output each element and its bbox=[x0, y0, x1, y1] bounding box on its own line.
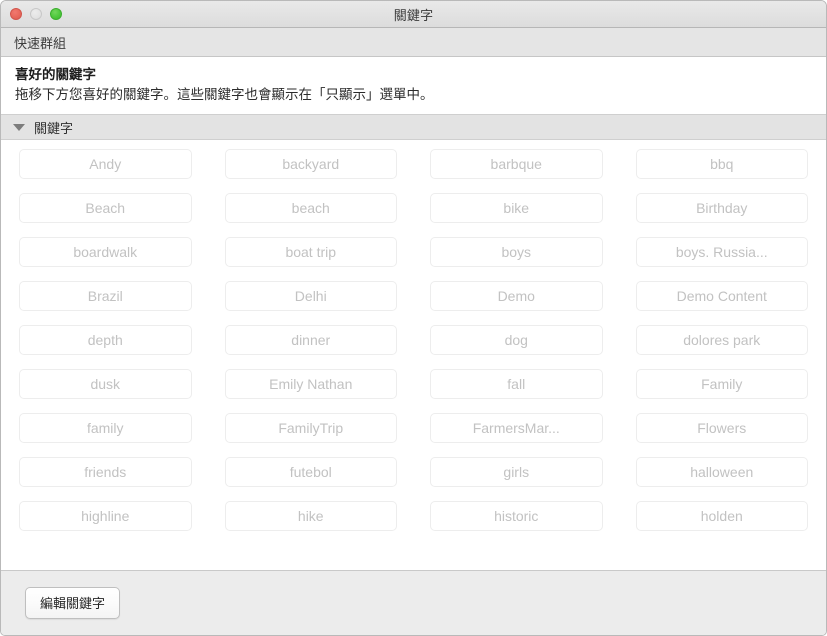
keyword-chip[interactable]: FarmersMar... bbox=[430, 413, 603, 443]
keyword-chip[interactable]: backyard bbox=[224, 149, 397, 179]
keyword-chip[interactable]: Family bbox=[635, 369, 808, 399]
keyword-chip[interactable]: boat trip bbox=[224, 237, 397, 267]
keyword-chip[interactable]: family bbox=[19, 413, 192, 443]
keyword-chip[interactable]: bike bbox=[430, 193, 603, 223]
keywords-window: 關鍵字 快速群組 喜好的關鍵字 拖移下方您喜好的關鍵字。這些關鍵字也會顯示在「只… bbox=[0, 0, 827, 636]
keyword-chip[interactable]: FamilyTrip bbox=[224, 413, 397, 443]
keyword-grid: Andy backyard barbque bbq Beach beach bike Birt… bbox=[19, 149, 808, 531]
keyword-chip[interactable]: Flowers bbox=[635, 413, 808, 443]
traffic-light-group bbox=[10, 1, 62, 27]
keyword-chip[interactable]: Birthday bbox=[635, 193, 808, 223]
quick-group-label: 快速群組 bbox=[14, 35, 67, 51]
keyword-chip[interactable]: highline bbox=[19, 501, 192, 531]
keyword-chip[interactable]: Beach bbox=[19, 193, 192, 223]
keyword-chip[interactable]: fall bbox=[430, 369, 603, 399]
keyword-chip[interactable]: holden bbox=[635, 501, 808, 531]
keyword-chip[interactable]: boys. Russia... bbox=[635, 237, 808, 267]
keyword-chip[interactable]: girls bbox=[430, 457, 603, 487]
triangle-down-icon[interactable] bbox=[13, 123, 25, 131]
keyword-chip[interactable]: friends bbox=[19, 457, 192, 487]
keyword-chip[interactable]: Demo bbox=[430, 281, 603, 311]
quick-group-bar[interactable]: 快速群組 bbox=[1, 28, 826, 57]
keyword-chip[interactable]: depth bbox=[19, 325, 192, 355]
keyword-chip[interactable]: Delhi bbox=[224, 281, 397, 311]
window-bottom-bar: 編輯關鍵字 bbox=[1, 570, 826, 635]
keyword-chip[interactable]: futebol bbox=[224, 457, 397, 487]
keyword-chip[interactable]: dusk bbox=[19, 369, 192, 399]
keywords-section-header[interactable]: 關鍵字 bbox=[1, 114, 826, 140]
keyword-chip[interactable]: Brazil bbox=[19, 281, 192, 311]
keyword-chip[interactable]: historic bbox=[430, 501, 603, 531]
keyword-chip[interactable]: Demo Content bbox=[635, 281, 808, 311]
favorite-keywords-dropzone[interactable]: 喜好的關鍵字 拖移下方您喜好的關鍵字。這些關鍵字也會顯示在「只顯示」選單中。 bbox=[1, 57, 826, 114]
keyword-chip[interactable]: hike bbox=[224, 501, 397, 531]
keyword-chip[interactable]: boys bbox=[430, 237, 603, 267]
keyword-chip[interactable]: Andy bbox=[19, 149, 192, 179]
favorite-keywords-title: 喜好的關鍵字 bbox=[15, 67, 96, 82]
favorite-keywords-description: 拖移下方您喜好的關鍵字。這些關鍵字也會顯示在「只顯示」選單中。 bbox=[15, 87, 434, 102]
window-title: 關鍵字 bbox=[393, 7, 434, 23]
keyword-chip[interactable]: boardwalk bbox=[19, 237, 192, 267]
keyword-chip[interactable]: barbque bbox=[430, 149, 603, 179]
minimize-button-icon[interactable] bbox=[30, 8, 42, 20]
keyword-chip[interactable]: halloween bbox=[635, 457, 808, 487]
keyword-chip[interactable]: dolores park bbox=[635, 325, 808, 355]
keyword-chip[interactable]: bbq bbox=[635, 149, 808, 179]
edit-keywords-button[interactable]: 編輯關鍵字 bbox=[25, 587, 121, 619]
keyword-chip[interactable]: Emily Nathan bbox=[224, 369, 397, 399]
keywords-section-title: 關鍵字 bbox=[34, 120, 74, 136]
zoom-button-icon[interactable] bbox=[50, 8, 62, 20]
keyword-chip[interactable]: beach bbox=[224, 193, 397, 223]
window-titlebar: 關鍵字 bbox=[1, 1, 826, 28]
close-button-icon[interactable] bbox=[10, 8, 22, 20]
keyword-chip[interactable]: dinner bbox=[224, 325, 397, 355]
keyword-chip[interactable]: dog bbox=[430, 325, 603, 355]
keywords-scroll-area[interactable]: Andy backyard barbque bbq Beach beach bike Birt… bbox=[1, 140, 826, 570]
